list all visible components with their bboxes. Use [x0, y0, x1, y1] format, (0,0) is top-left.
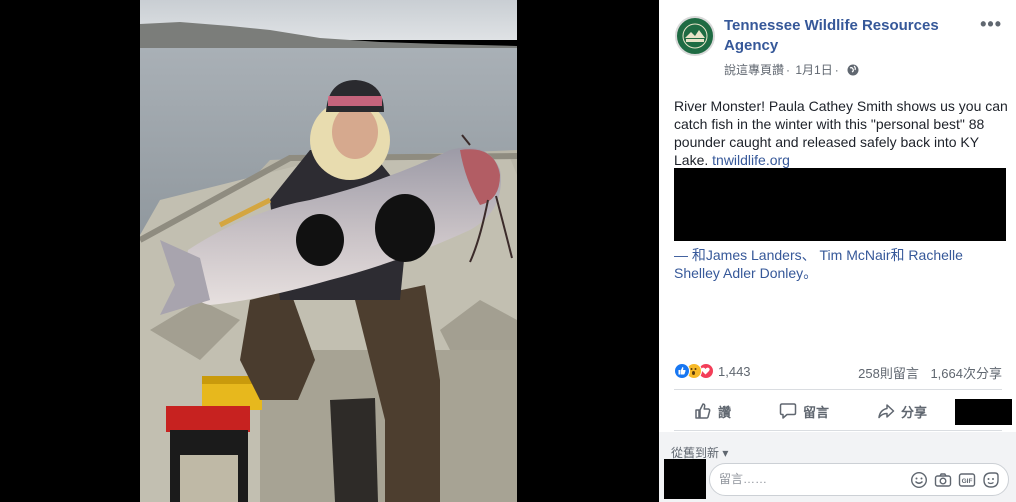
thumbs-up-icon: [695, 403, 711, 419]
emoji-icon[interactable]: [910, 471, 928, 489]
comment-label: 留言: [803, 404, 830, 420]
share-button[interactable]: 分享: [877, 396, 927, 426]
page-name-link[interactable]: Tennessee Wildlife Resources Agency: [724, 16, 964, 56]
tagged-separator: 、: [801, 247, 820, 263]
tagged-person-james-landers[interactable]: James Landers: [706, 247, 802, 263]
divider: [674, 389, 1002, 390]
tagged-prefix: — 和: [674, 247, 706, 263]
avatar: [664, 459, 706, 499]
tagged-person-tim-mcnair[interactable]: Tim McNair: [820, 247, 891, 263]
comment-button[interactable]: 留言: [779, 396, 829, 426]
share-count-link[interactable]: 1,664次分享: [930, 366, 1002, 381]
comment-count-link[interactable]: 258則留言: [858, 366, 919, 381]
catfish-photo-illustration: [140, 0, 517, 502]
post-photo[interactable]: [140, 0, 517, 502]
like-reaction-icon: [674, 363, 690, 379]
redacted-block: [955, 399, 1012, 425]
share-arrow-icon: [878, 404, 895, 419]
post-caption: River Monster! Paula Cathey Smith shows …: [674, 97, 1009, 169]
like-label: 讚: [718, 404, 732, 420]
svg-text:GIF: GIF: [962, 478, 973, 485]
reaction-summary[interactable]: 1,443: [674, 362, 751, 380]
camera-icon[interactable]: [934, 471, 952, 489]
engagement-counts: 258則留言 1,664次分享: [850, 363, 1002, 382]
tagged-people: — 和James Landers、 Tim McNair和 Rachelle S…: [674, 246, 1009, 282]
more-options-icon[interactable]: •••: [980, 14, 1002, 35]
tagged-separator: 和: [890, 247, 909, 263]
comments-section: 從舊到新 ▾ GIF: [659, 432, 1016, 502]
globe-icon: [847, 64, 859, 76]
comment-bubble-icon: [779, 403, 797, 419]
website-link[interactable]: tnwildlife.org: [712, 152, 790, 168]
post-meta: 說這專頁讚 · 1月1日 ·: [724, 61, 859, 78]
tagged-suffix: 。: [803, 265, 818, 281]
agency-logo-icon[interactable]: [675, 16, 715, 56]
sticker-icon[interactable]: [982, 471, 1000, 489]
composer-icons: GIF: [910, 471, 1000, 489]
comment-input[interactable]: [719, 472, 899, 486]
like-button[interactable]: 讚: [694, 396, 731, 426]
redacted-block: [674, 168, 1006, 241]
like-page-link[interactable]: 說這專頁讚: [724, 63, 784, 77]
divider: [674, 430, 1002, 431]
post-side-panel: Tennessee Wildlife Resources Agency ••• …: [659, 0, 1016, 502]
reaction-count: 1,443: [718, 363, 751, 379]
post-date-link[interactable]: 1月1日: [795, 63, 832, 77]
gif-icon[interactable]: GIF: [958, 471, 976, 489]
post-actions: 讚 留言 分享: [674, 396, 1014, 426]
comment-composer[interactable]: GIF: [709, 463, 1009, 496]
share-label: 分享: [901, 404, 928, 420]
